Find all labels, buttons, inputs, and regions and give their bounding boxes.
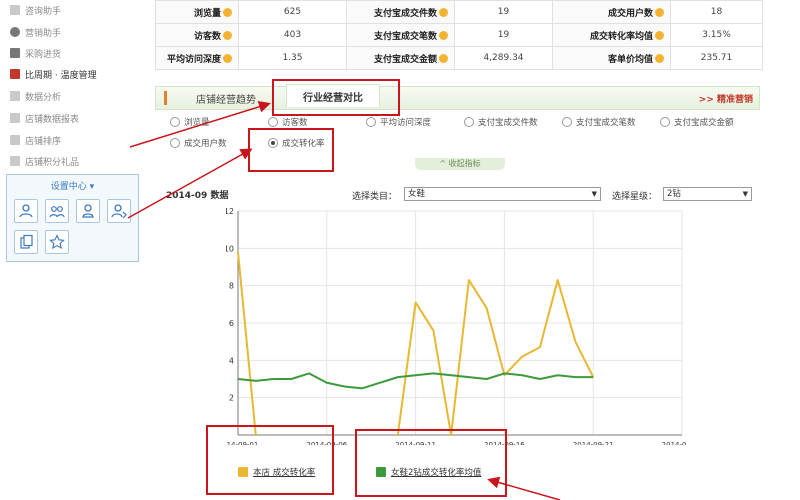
arrow-to-legend — [487, 476, 561, 500]
arrow-to-tab — [129, 100, 271, 148]
annotation-arrows — [127, 100, 561, 500]
arrow-to-radio — [127, 148, 253, 219]
